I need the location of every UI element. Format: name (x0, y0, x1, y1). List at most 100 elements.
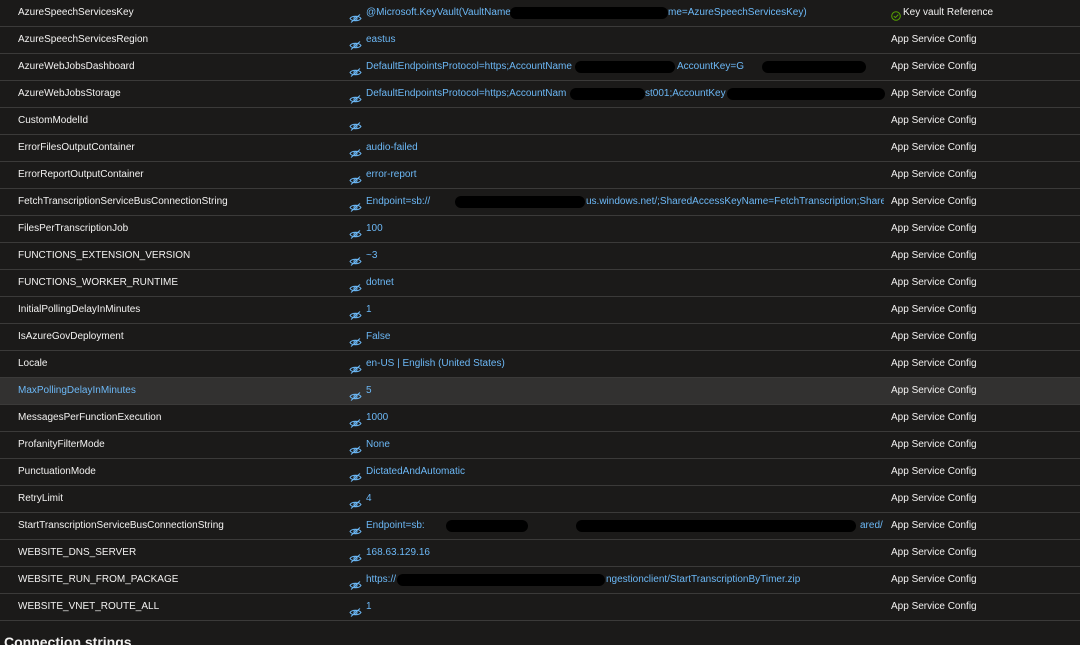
setting-name[interactable]: FilesPerTranscriptionJob (18, 216, 128, 242)
setting-row[interactable]: FilesPerTranscriptionJob 100 App Service C… (0, 216, 1080, 243)
setting-name[interactable]: WEBSITE_VNET_ROUTE_ALL (18, 594, 159, 620)
eye-slash-icon[interactable] (349, 170, 362, 185)
setting-value[interactable]: DictatedAndAutomatic (349, 459, 884, 485)
setting-row[interactable]: MaxPollingDelayInMinutes 5 App Service Con… (0, 378, 1080, 405)
setting-name[interactable]: WEBSITE_DNS_SERVER (18, 540, 136, 566)
setting-row[interactable]: ErrorReportOutputContainer error-report Ap… (0, 162, 1080, 189)
setting-value[interactable]: None (349, 432, 884, 458)
eye-slash-icon[interactable] (349, 62, 362, 77)
setting-value[interactable]: 4 (349, 486, 884, 512)
eye-slash-icon[interactable] (349, 521, 362, 536)
setting-value[interactable]: en-US | English (United States) (349, 351, 884, 377)
eye-slash-icon[interactable] (349, 224, 362, 239)
setting-row[interactable]: CustomModelId App Service Config (0, 108, 1080, 135)
setting-name[interactable]: WEBSITE_RUN_FROM_PACKAGE (18, 567, 178, 593)
setting-value[interactable]: 5 (349, 378, 884, 404)
setting-name[interactable]: FetchTranscriptionServiceBusConnectionSt… (18, 189, 228, 215)
setting-value[interactable]: error-report (349, 162, 884, 188)
setting-value-text: 1 (366, 601, 372, 612)
setting-value[interactable]: audio-failed (349, 135, 884, 161)
setting-name[interactable]: ErrorReportOutputContainer (18, 162, 144, 188)
setting-name[interactable]: ErrorFilesOutputContainer (18, 135, 135, 161)
setting-name[interactable]: AzureWebJobsDashboard (18, 54, 135, 80)
setting-row[interactable]: ErrorFilesOutputContainer audio-failed App… (0, 135, 1080, 162)
setting-name[interactable]: InitialPollingDelayInMinutes (18, 297, 140, 323)
setting-value[interactable]: False (349, 324, 884, 350)
eye-slash-icon[interactable] (349, 413, 362, 428)
eye-slash-icon[interactable] (349, 305, 362, 320)
setting-value-text: dotnet (366, 277, 394, 288)
setting-name[interactable]: ProfanityFilterMode (18, 432, 105, 458)
setting-value-text: eastus (366, 34, 396, 45)
setting-name[interactable]: IsAzureGovDeployment (18, 324, 124, 350)
setting-name[interactable]: AzureWebJobsStorage (18, 81, 121, 107)
setting-row[interactable]: AzureSpeechServicesKey @Microsoft.KeyVaul… (0, 0, 1080, 27)
setting-row[interactable]: WEBSITE_DNS_SERVER 168.63.129.16 App Servi… (0, 540, 1080, 567)
eye-slash-icon[interactable] (349, 116, 362, 131)
setting-value[interactable]: 1000 (349, 405, 884, 431)
setting-row[interactable]: WEBSITE_RUN_FROM_PACKAGE https:// ngestion… (0, 567, 1080, 594)
eye-slash-icon[interactable] (349, 575, 362, 590)
setting-value-text: 168.63.129.16 (366, 547, 430, 558)
eye-slash-icon[interactable] (349, 494, 362, 509)
setting-row[interactable]: IsAzureGovDeployment False App Service Con… (0, 324, 1080, 351)
setting-name[interactable]: AzureSpeechServicesRegion (18, 27, 148, 53)
setting-name[interactable]: PunctuationMode (18, 459, 96, 485)
eye-slash-icon[interactable] (349, 386, 362, 401)
setting-row[interactable]: FUNCTIONS_WORKER_RUNTIME dotnet App Servic… (0, 270, 1080, 297)
setting-value[interactable] (349, 108, 884, 134)
eye-slash-icon[interactable] (349, 35, 362, 50)
setting-row[interactable]: MessagesPerFunctionExecution 1000 App Serv… (0, 405, 1080, 432)
eye-slash-icon[interactable] (349, 89, 362, 104)
setting-name[interactable]: FUNCTIONS_EXTENSION_VERSION (18, 243, 190, 269)
setting-value[interactable]: dotnet (349, 270, 884, 296)
eye-slash-icon[interactable] (349, 332, 362, 347)
setting-value[interactable]: 168.63.129.16 (349, 540, 884, 566)
setting-row[interactable]: AzureSpeechServicesRegion eastus App Servi… (0, 27, 1080, 54)
setting-value-text: Endpoint=sb:// (366, 196, 431, 207)
setting-value[interactable]: ~3 (349, 243, 884, 269)
setting-value-tail: ared/ (860, 520, 883, 531)
setting-row[interactable]: WEBSITE_VNET_ROUTE_ALL 1 App Service Confi… (0, 594, 1080, 621)
setting-source: App Service Config (891, 513, 977, 539)
setting-row[interactable]: RetryLimit 4 App Service Config (0, 486, 1080, 513)
setting-source: App Service Config (891, 243, 977, 269)
eye-slash-icon[interactable] (349, 143, 362, 158)
setting-source-text: App Service Config (891, 88, 977, 99)
redacted-region (570, 88, 645, 100)
setting-name[interactable]: CustomModelId (18, 108, 88, 134)
setting-row[interactable]: AzureWebJobsDashboard DefaultEndpointsPro… (0, 54, 1080, 81)
setting-value[interactable]: 1 (349, 297, 884, 323)
setting-row[interactable]: InitialPollingDelayInMinutes 1 App Service… (0, 297, 1080, 324)
eye-slash-icon[interactable] (349, 467, 362, 482)
eye-slash-icon[interactable] (349, 251, 362, 266)
setting-name[interactable]: FUNCTIONS_WORKER_RUNTIME (18, 270, 178, 296)
eye-slash-icon[interactable] (349, 278, 362, 293)
eye-slash-icon[interactable] (349, 8, 362, 23)
setting-row[interactable]: FUNCTIONS_EXTENSION_VERSION ~3 App Service… (0, 243, 1080, 270)
eye-slash-icon[interactable] (349, 197, 362, 212)
setting-name[interactable]: Locale (18, 351, 47, 377)
redacted-region (510, 7, 668, 19)
setting-name[interactable]: MaxPollingDelayInMinutes (18, 378, 136, 404)
setting-name[interactable]: AzureSpeechServicesKey (18, 0, 134, 26)
eye-slash-icon[interactable] (349, 602, 362, 617)
setting-name[interactable]: MessagesPerFunctionExecution (18, 405, 161, 431)
setting-value[interactable]: 1 (349, 594, 884, 620)
setting-value[interactable]: eastus (349, 27, 884, 53)
setting-name[interactable]: StartTranscriptionServiceBusConnectionSt… (18, 513, 224, 539)
setting-row[interactable]: PunctuationMode DictatedAndAutomatic App S… (0, 459, 1080, 486)
setting-source: App Service Config (891, 135, 977, 161)
setting-row[interactable]: Locale en-US | English (United States) App… (0, 351, 1080, 378)
eye-slash-icon[interactable] (349, 359, 362, 374)
setting-row[interactable]: FetchTranscriptionServiceBusConnectionSt… (0, 189, 1080, 216)
setting-value[interactable]: 100 (349, 216, 884, 242)
setting-name[interactable]: RetryLimit (18, 486, 63, 512)
setting-row[interactable]: AzureWebJobsStorage DefaultEndpointsProto… (0, 81, 1080, 108)
setting-value-text: 1000 (366, 412, 389, 423)
eye-slash-icon[interactable] (349, 548, 362, 563)
eye-slash-icon[interactable] (349, 440, 362, 455)
setting-row[interactable]: ProfanityFilterMode None App Service Confi… (0, 432, 1080, 459)
setting-source-text: App Service Config (891, 601, 977, 612)
setting-row[interactable]: StartTranscriptionServiceBusConnectionSt… (0, 513, 1080, 540)
